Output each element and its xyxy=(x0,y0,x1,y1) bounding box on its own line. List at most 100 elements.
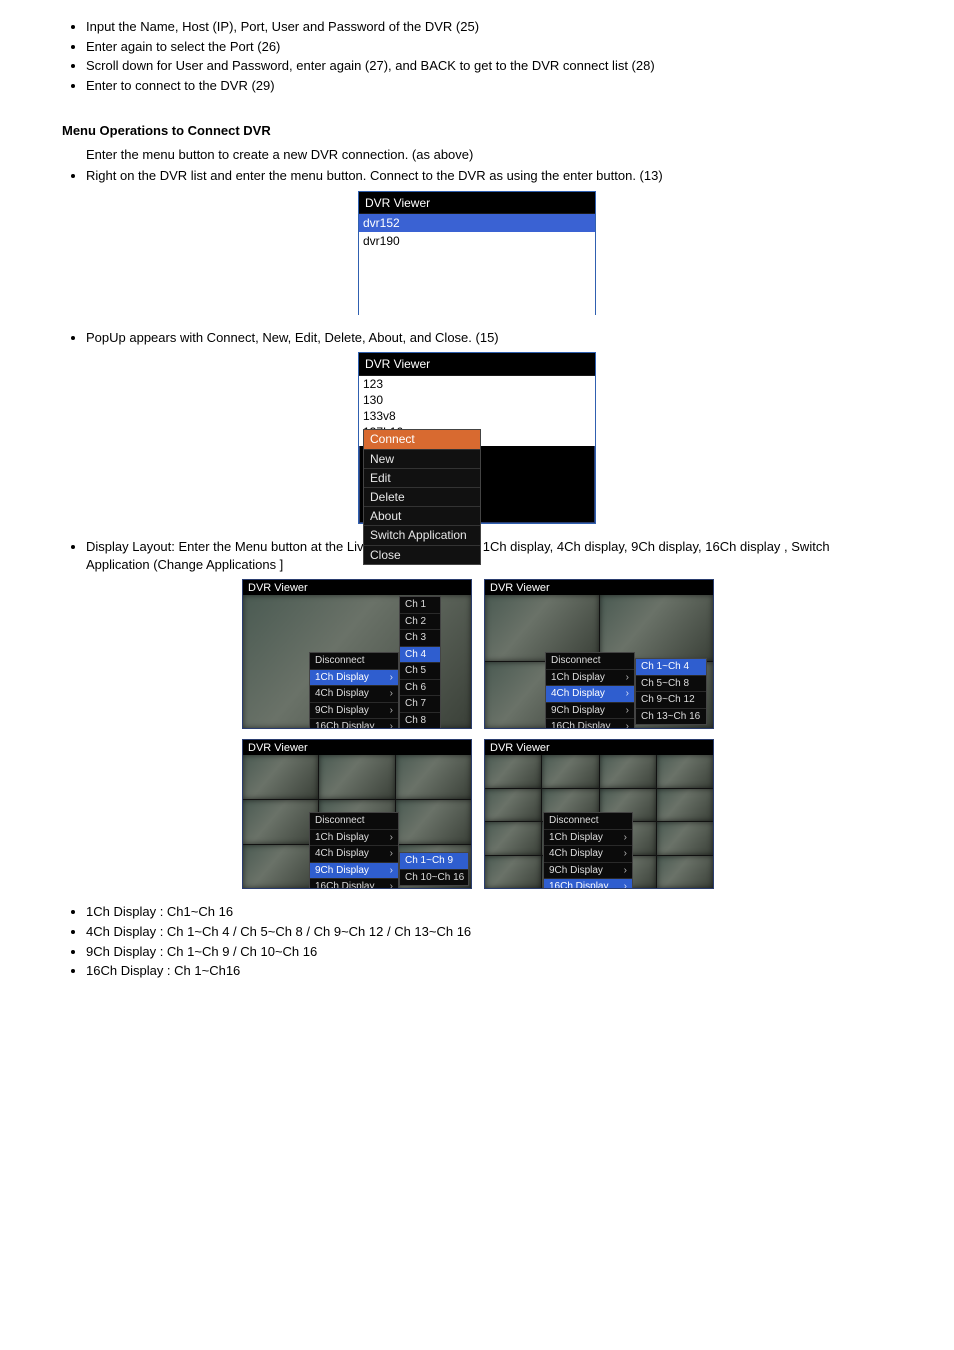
bullets-top: Input the Name, Host (IP), Port, User an… xyxy=(86,18,892,94)
submenu-item[interactable]: Ch 4 xyxy=(400,646,440,663)
screenshot-1ch-display: DVR Viewer Disconnect 1Ch Display 4Ch Di… xyxy=(242,579,472,729)
menu-delete[interactable]: Delete xyxy=(364,487,480,506)
bullet: 1Ch Display : Ch1~Ch 16 xyxy=(86,903,892,921)
menu-16ch-display[interactable]: 16Ch Display xyxy=(310,718,398,729)
submenu-item[interactable]: Ch 10~Ch 16 xyxy=(400,869,468,886)
camera-feed xyxy=(485,789,541,822)
display-menu: Disconnect 1Ch Display 4Ch Display 9Ch D… xyxy=(309,812,399,889)
camera-feed xyxy=(657,856,713,889)
menu-new[interactable]: New xyxy=(364,449,480,468)
camera-feed xyxy=(319,755,394,799)
screenshot-9ch-display: DVR Viewer Disconnect 1Ch Display 4Ch Di… xyxy=(242,739,472,889)
menu-9ch-display[interactable]: 9Ch Display xyxy=(544,862,632,879)
display-menu: Disconnect 1Ch Display 4Ch Display 9Ch D… xyxy=(543,812,633,889)
device-list-item[interactable]: 123 xyxy=(359,376,595,392)
submenu-item[interactable]: Ch 7 xyxy=(400,695,440,712)
menu-4ch-display[interactable]: 4Ch Display xyxy=(546,685,634,702)
bullet-context-menu-wrap: PopUp appears with Connect, New, Edit, D… xyxy=(86,329,892,347)
menu-9ch-display[interactable]: 9Ch Display xyxy=(546,702,634,719)
submenu-item[interactable]: Ch 13~Ch 16 xyxy=(636,708,706,725)
menu-close[interactable]: Close xyxy=(364,545,480,564)
device-list-item[interactable]: 133v8 xyxy=(359,408,595,424)
menu-disconnect[interactable]: Disconnect xyxy=(544,813,632,829)
bullet: 4Ch Display : Ch 1~Ch 4 / Ch 5~Ch 8 / Ch… xyxy=(86,923,892,941)
submenu-item[interactable]: Ch 3 xyxy=(400,629,440,646)
display-menu: Disconnect 1Ch Display 4Ch Display 9Ch D… xyxy=(309,652,399,729)
menu-about[interactable]: About xyxy=(364,506,480,525)
menu-edit[interactable]: Edit xyxy=(364,468,480,487)
submenu-item[interactable]: Ch 6 xyxy=(400,679,440,696)
window-title: DVR Viewer xyxy=(485,740,713,756)
camera-feed xyxy=(485,822,541,855)
display-layout-grid: DVR Viewer Disconnect 1Ch Display 4Ch Di… xyxy=(62,579,892,889)
submenu-item[interactable]: Ch 1~Ch 4 xyxy=(636,659,706,675)
device-list-item[interactable]: 130 xyxy=(359,392,595,408)
page-root: Input the Name, Host (IP), Port, User an… xyxy=(62,18,892,980)
submenu-item[interactable]: Ch 5~Ch 8 xyxy=(636,675,706,692)
camera-feed xyxy=(657,822,713,855)
camera-feed xyxy=(657,755,713,788)
camera-feed xyxy=(485,755,541,788)
bullet: Input the Name, Host (IP), Port, User an… xyxy=(86,18,892,36)
context-menu: Connect New Edit Delete About Switch App… xyxy=(363,429,481,564)
menu-disconnect[interactable]: Disconnect xyxy=(310,653,398,669)
menu-4ch-display[interactable]: 4Ch Display xyxy=(310,845,398,862)
camera-feed xyxy=(243,845,318,889)
submenu-item[interactable]: Ch 9~Ch 12 xyxy=(636,691,706,708)
submenu-item[interactable]: Ch 1~Ch 9 xyxy=(400,853,468,869)
camera-feed xyxy=(600,755,656,788)
bullet: Enter to connect to the DVR (29) xyxy=(86,77,892,95)
device-list: dvr152 dvr190 xyxy=(359,214,595,316)
camera-feed xyxy=(485,856,541,889)
menu-1ch-display[interactable]: 1Ch Display xyxy=(310,669,398,686)
camera-feed xyxy=(396,800,471,844)
menu-1ch-display[interactable]: 1Ch Display xyxy=(546,669,634,686)
window-title: DVR Viewer xyxy=(243,740,471,756)
menu-16ch-display[interactable]: 16Ch Display xyxy=(310,878,398,889)
menu-9ch-display[interactable]: 9Ch Display xyxy=(310,862,398,879)
submenu-item[interactable]: Ch 8 xyxy=(400,712,440,729)
device-list-item[interactable]: dvr152 xyxy=(359,214,595,232)
window-title: DVR Viewer xyxy=(359,353,595,375)
submenu-item[interactable]: Ch 2 xyxy=(400,613,440,630)
menu-1ch-display[interactable]: 1Ch Display xyxy=(544,829,632,846)
menu-16ch-display[interactable]: 16Ch Display xyxy=(546,718,634,729)
bullet: Enter again to select the Port (26) xyxy=(86,38,892,56)
submenu-item[interactable]: Ch 1 xyxy=(400,597,440,613)
screenshot-16ch-display: DVR Viewer Disconnect xyxy=(484,739,714,889)
screenshot-4ch-display: DVR Viewer Disconnect 1Ch Display 4Ch Di… xyxy=(484,579,714,729)
menu-switch-application[interactable]: Switch Application xyxy=(364,525,480,544)
bullet: 16Ch Display : Ch 1~Ch16 xyxy=(86,962,892,980)
camera-feed xyxy=(243,755,318,799)
menu-9ch-display[interactable]: 9Ch Display xyxy=(310,702,398,719)
channel-submenu: Ch 1 Ch 2 Ch 3 Ch 4 Ch 5 Ch 6 Ch 7 Ch 8 … xyxy=(399,596,441,729)
menu-connect[interactable]: Connect xyxy=(364,430,480,448)
intro-line: Enter the menu button to create a new DV… xyxy=(86,146,892,164)
section-title: Menu Operations to Connect DVR xyxy=(62,122,892,140)
menu-16ch-display[interactable]: 16Ch Display xyxy=(544,878,632,889)
bullets-bottom: 1Ch Display : Ch1~Ch 16 4Ch Display : Ch… xyxy=(86,903,892,979)
device-list-item[interactable]: dvr190 xyxy=(359,232,595,250)
channel-submenu: Ch 1~Ch 4 Ch 5~Ch 8 Ch 9~Ch 12 Ch 13~Ch … xyxy=(635,658,707,725)
window-title: DVR Viewer xyxy=(485,580,713,596)
bullet: 9Ch Display : Ch 1~Ch 9 / Ch 10~Ch 16 xyxy=(86,943,892,961)
bullet-display-wrap: Display Layout: Enter the Menu button at… xyxy=(86,538,892,573)
submenu-item[interactable]: Ch 9 xyxy=(400,728,440,729)
menu-4ch-display[interactable]: 4Ch Display xyxy=(544,845,632,862)
menu-disconnect[interactable]: Disconnect xyxy=(310,813,398,829)
menu-4ch-display[interactable]: 4Ch Display xyxy=(310,685,398,702)
window-title: DVR Viewer xyxy=(243,580,471,596)
display-menu: Disconnect 1Ch Display 4Ch Display 9Ch D… xyxy=(545,652,635,729)
menu-disconnect[interactable]: Disconnect xyxy=(546,653,634,669)
bullet: Scroll down for User and Password, enter… xyxy=(86,57,892,75)
screenshot-dvr-list: DVR Viewer dvr152 dvr190 xyxy=(358,191,596,315)
menu-1ch-display[interactable]: 1Ch Display xyxy=(310,829,398,846)
bullet: Right on the DVR list and enter the menu… xyxy=(86,167,892,185)
bullet-dvr-list-wrap: Right on the DVR list and enter the menu… xyxy=(86,167,892,185)
camera-feed xyxy=(396,755,471,799)
camera-feed xyxy=(657,789,713,822)
channel-submenu: Ch 1~Ch 9 Ch 10~Ch 16 xyxy=(399,852,469,886)
submenu-item[interactable]: Ch 5 xyxy=(400,662,440,679)
camera-feed xyxy=(542,755,598,788)
window-title: DVR Viewer xyxy=(359,192,595,214)
